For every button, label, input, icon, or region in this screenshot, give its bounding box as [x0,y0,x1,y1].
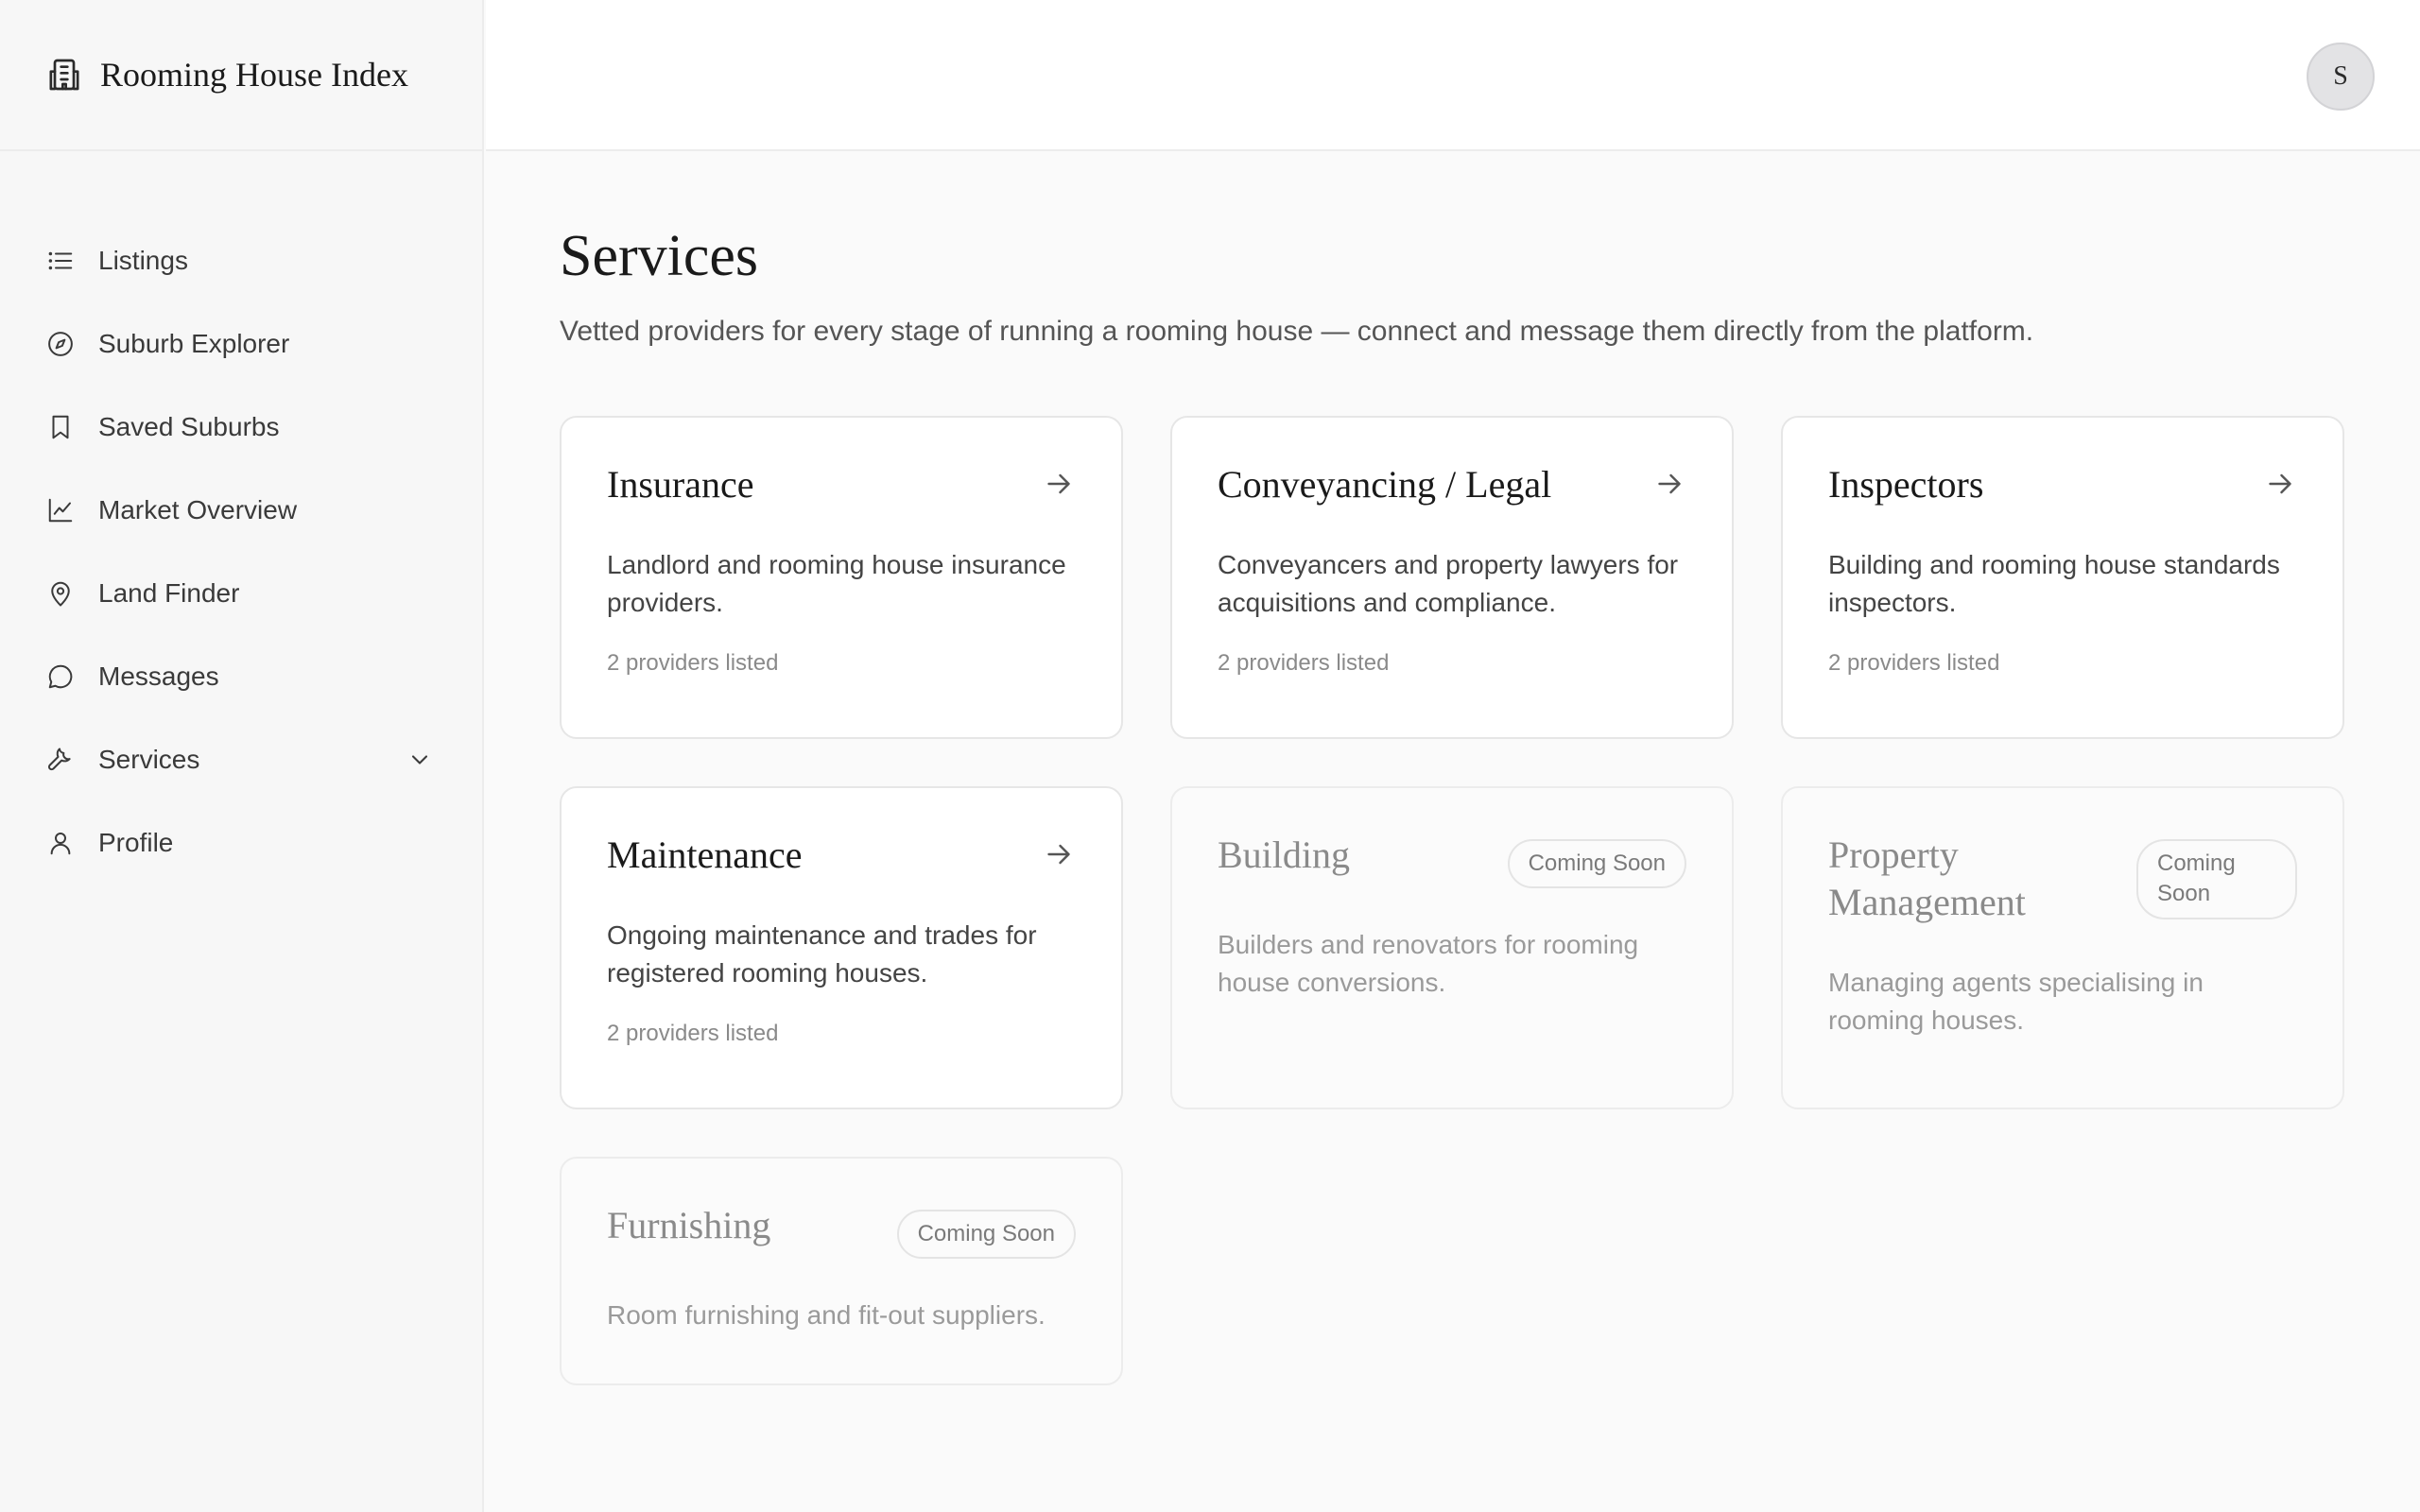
service-card-property-management: Property Management Coming Soon Managing… [1781,786,2344,1109]
sidebar: Rooming House Index Listings Suburb Expl… [0,0,484,1512]
sidebar-item-messages[interactable]: Messages [0,635,482,718]
sidebar-item-listings[interactable]: Listings [0,219,482,302]
message-icon [45,662,76,692]
arrow-right-icon [2263,467,2297,501]
chevron-down-icon[interactable] [406,747,433,773]
coming-soon-badge: Coming Soon [896,1210,1076,1260]
sidebar-item-market-overview[interactable]: Market Overview [0,469,482,552]
service-description: Room furnishing and fit-out suppliers. [607,1300,1046,1331]
service-description: Builders and renovators for rooming hous… [1218,930,1639,998]
service-card-furnishing: Furnishing Coming Soon Room furnishing a… [560,1157,1123,1385]
app-name: Rooming House Index [100,56,408,94]
building-icon [45,56,83,94]
service-title: Insurance [607,463,754,506]
service-title: Building [1218,833,1351,876]
provider-count: 2 providers listed [607,1020,779,1046]
sidebar-item-label: Services [98,745,200,774]
sidebar-item-services[interactable]: Services [0,718,482,801]
service-card-insurance[interactable]: Insurance Landlord and rooming house ins… [560,416,1123,739]
bookmark-icon [45,412,76,442]
avatar[interactable]: S [2307,43,2375,111]
arrow-right-icon [1042,467,1076,501]
service-title: Furnishing [607,1204,771,1246]
page-title: Services [560,224,759,288]
service-title: Inspectors [1828,463,1984,506]
provider-count: 2 providers listed [1828,649,2000,676]
compass-icon [45,329,76,359]
service-card-building: Building Coming Soon Builders and renova… [1170,786,1734,1109]
sidebar-item-label: Profile [98,828,174,857]
sidebar-item-profile[interactable]: Profile [0,801,482,885]
provider-count: 2 providers listed [1218,649,1390,676]
service-description: Managing agents specialising in rooming … [1828,968,2204,1035]
arrow-right-icon [1652,467,1686,501]
coming-soon-badge: Coming Soon [1507,839,1686,889]
sidebar-item-label: Suburb Explorer [98,329,290,358]
sidebar-nav: Listings Suburb Explorer Saved Suburbs M… [0,151,482,885]
services-grid: Insurance Landlord and rooming house ins… [560,416,2344,1385]
sidebar-item-suburb-explorer[interactable]: Suburb Explorer [0,302,482,386]
top-bar: S [486,0,2420,151]
list-icon [45,246,76,276]
brand[interactable]: Rooming House Index [0,0,482,151]
line-chart-icon [45,495,76,525]
arrow-right-icon [1042,837,1076,871]
map-pin-icon [45,578,76,609]
sidebar-item-saved-suburbs[interactable]: Saved Suburbs [0,386,482,469]
main-content: Services Vetted providers for every stag… [486,153,2420,1512]
provider-count: 2 providers listed [607,649,779,676]
sidebar-item-label: Listings [98,246,188,275]
service-card-maintenance[interactable]: Maintenance Ongoing maintenance and trad… [560,786,1123,1109]
service-description: Conveyancers and property lawyers for ac… [1218,550,1679,617]
service-description: Building and rooming house standards ins… [1828,550,2280,617]
coming-soon-badge: Coming Soon [2136,839,2297,919]
sidebar-item-land-finder[interactable]: Land Finder [0,552,482,635]
sidebar-item-label: Messages [98,662,219,691]
service-title: Property Management [1828,833,2026,923]
user-icon [45,828,76,858]
sidebar-item-label: Market Overview [98,495,298,524]
wrench-icon [45,745,76,775]
service-card-conveyancing[interactable]: Conveyancing / Legal Conveyancers and pr… [1170,416,1734,739]
service-card-inspectors[interactable]: Inspectors Building and rooming house st… [1781,416,2344,739]
service-title: Conveyancing / Legal [1218,463,1552,506]
service-title: Maintenance [607,833,803,876]
page-subtitle: Vetted providers for every stage of runn… [560,316,2034,347]
sidebar-item-label: Land Finder [98,578,240,608]
service-description: Landlord and rooming house insurance pro… [607,550,1066,617]
sidebar-item-label: Saved Suburbs [98,412,280,441]
service-description: Ongoing maintenance and trades for regis… [607,920,1037,988]
